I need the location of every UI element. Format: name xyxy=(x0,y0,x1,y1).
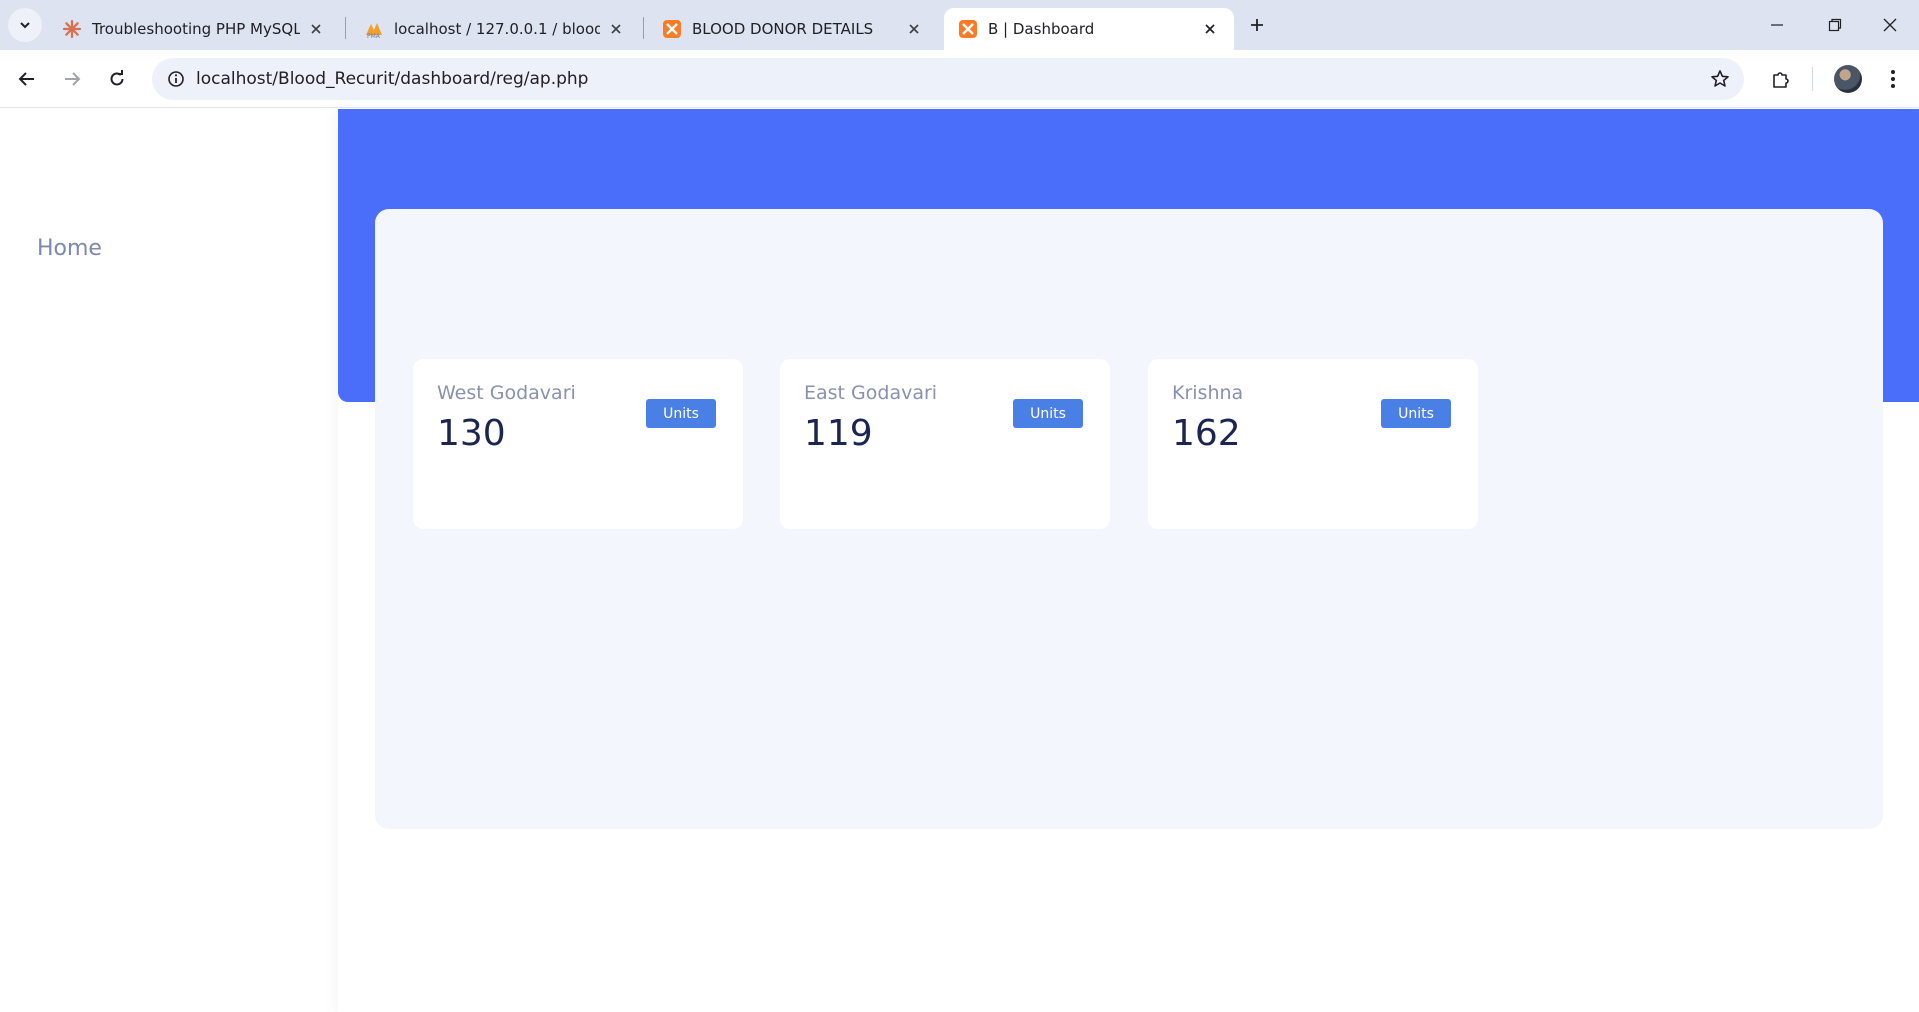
close-icon[interactable] xyxy=(306,19,326,39)
card-count: 162 xyxy=(1172,413,1241,454)
sidebar: Home xyxy=(0,109,338,1012)
minimize-button[interactable] xyxy=(1748,0,1806,50)
back-button[interactable] xyxy=(9,61,45,97)
tab-title: localhost / 127.0.0.1 / blood_p xyxy=(394,20,600,38)
claude-burst-icon xyxy=(62,19,82,39)
card-count: 130 xyxy=(437,413,506,454)
tab-divider xyxy=(643,17,644,39)
card-region-label: West Godavari xyxy=(437,382,576,404)
extensions-button[interactable] xyxy=(1763,61,1799,97)
stat-card-east-godavari: East Godavari 119 Units xyxy=(780,359,1110,529)
reload-button[interactable] xyxy=(99,61,135,97)
xampp-icon xyxy=(958,19,978,39)
tab-title: BLOOD DONOR DETAILS xyxy=(692,20,874,38)
close-icon[interactable] xyxy=(904,19,924,39)
restore-button[interactable] xyxy=(1806,0,1864,50)
tab-troubleshooting[interactable]: Troubleshooting PHP MySQL Pr xyxy=(48,8,340,50)
stat-card-west-godavari: West Godavari 130 Units xyxy=(413,359,743,529)
tab-title: B | Dashboard xyxy=(988,20,1095,38)
more-vertical-icon xyxy=(1891,70,1895,88)
plus-icon xyxy=(1251,19,1263,31)
restore-icon xyxy=(1828,18,1842,32)
tab-divider xyxy=(345,17,346,39)
site-info-icon[interactable] xyxy=(160,63,192,95)
tab-dashboard[interactable]: B | Dashboard xyxy=(944,8,1234,50)
sidebar-item-home[interactable]: Home xyxy=(37,236,102,261)
puzzle-piece-icon xyxy=(1773,72,1789,88)
new-tab-button[interactable] xyxy=(1240,10,1274,40)
svg-text:PMA: PMA xyxy=(367,33,381,39)
units-badge[interactable]: Units xyxy=(1013,399,1083,428)
url-text[interactable]: localhost/Blood_Recurit/dashboard/reg/ap… xyxy=(196,69,588,89)
bookmark-star-icon[interactable] xyxy=(1704,63,1736,95)
tab-blood-donor-details[interactable]: BLOOD DONOR DETAILS xyxy=(648,8,938,50)
address-bar[interactable]: localhost/Blood_Recurit/dashboard/reg/ap… xyxy=(152,58,1744,100)
browser-menu-button[interactable] xyxy=(1875,61,1911,97)
dashboard-panel: West Godavari 130 Units East Godavari 11… xyxy=(375,209,1883,829)
profile-avatar[interactable] xyxy=(1834,65,1862,93)
window-close-button[interactable] xyxy=(1861,0,1919,50)
close-icon[interactable] xyxy=(606,19,626,39)
browser-toolbar: localhost/Blood_Recurit/dashboard/reg/ap… xyxy=(0,50,1919,108)
page-viewport: Home West Godavari 130 Units East Godava… xyxy=(0,109,1919,1012)
tab-title: Troubleshooting PHP MySQL Pr xyxy=(92,20,300,38)
card-count: 119 xyxy=(804,413,873,454)
close-icon xyxy=(1883,18,1897,32)
xampp-icon xyxy=(662,19,682,39)
card-region-label: East Godavari xyxy=(804,382,938,404)
browser-tab-strip: Troubleshooting PHP MySQL Pr PMA localho… xyxy=(0,0,1919,50)
chevron-down-icon xyxy=(20,22,30,29)
reload-icon xyxy=(110,70,124,86)
arrow-left-icon xyxy=(18,72,34,86)
phpmyadmin-icon: PMA xyxy=(364,19,384,39)
units-badge[interactable]: Units xyxy=(646,399,716,428)
arrow-right-icon xyxy=(65,72,81,86)
tab-phpmyadmin[interactable]: PMA localhost / 127.0.0.1 / blood_p xyxy=(350,8,640,50)
forward-button[interactable] xyxy=(54,61,90,97)
stat-card-krishna: Krishna 162 Units xyxy=(1148,359,1478,529)
tab-search-button[interactable] xyxy=(8,8,42,42)
minimize-icon xyxy=(1771,24,1783,26)
close-icon[interactable] xyxy=(1200,19,1220,39)
toolbar-divider xyxy=(1812,67,1813,91)
units-badge[interactable]: Units xyxy=(1381,399,1451,428)
card-region-label: Krishna xyxy=(1172,382,1244,404)
